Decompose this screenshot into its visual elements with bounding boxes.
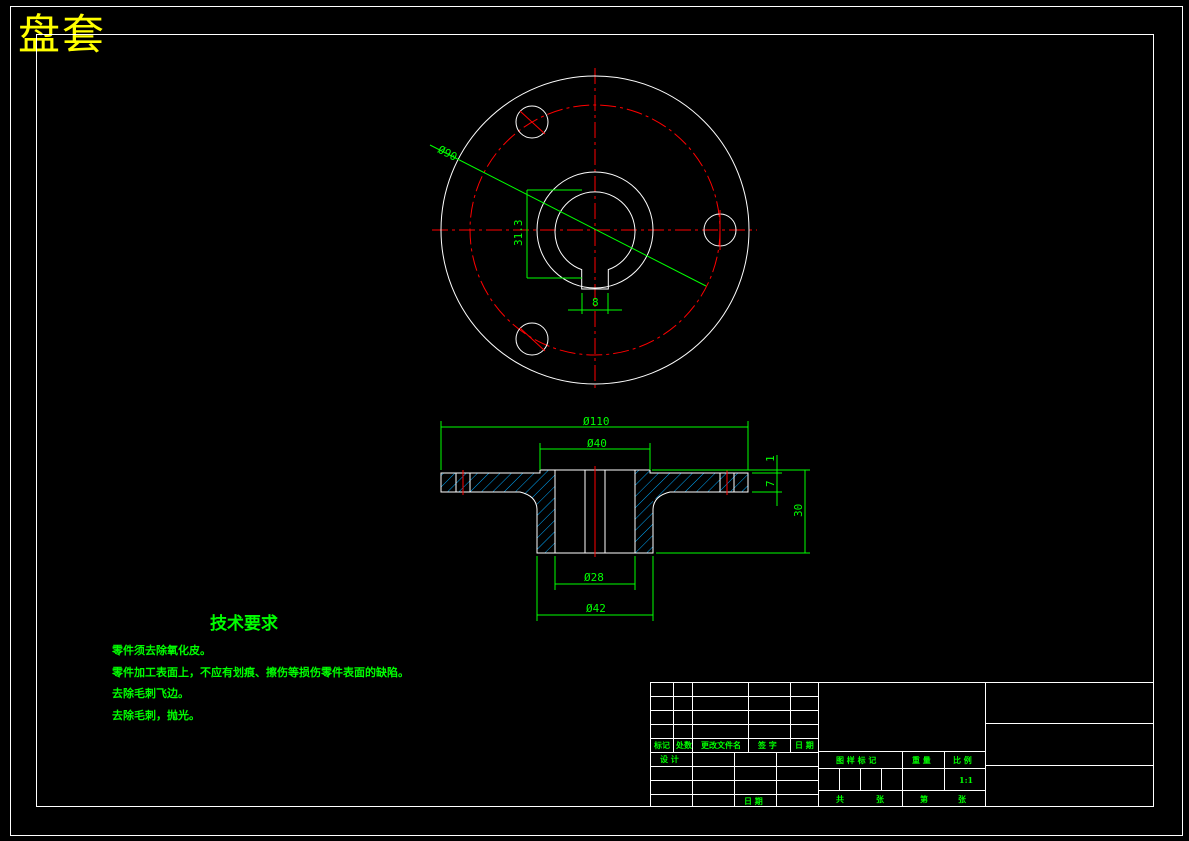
dim-total-height: 30 [792,504,805,517]
scale-value: 1:1 [959,775,973,785]
tech-requirement-4: 去除毛刺，抛光。 [112,709,200,722]
design-label: 设 计 [660,754,679,764]
dim-bolt-circle: Ø90 [436,143,460,164]
rev-header-count: 处数 [675,740,693,750]
rev-header-sign: 签 字 [757,740,777,750]
tech-requirements-heading: 技术要求 [210,614,278,634]
dim-flange-step: 1 [764,455,777,462]
dim-flange-thickness: 7 [764,480,777,487]
tech-requirement-3: 去除毛刺飞边。 [112,687,189,700]
sheet-num-label: 第 [920,794,928,804]
sheet-num-unit: 张 [958,794,967,804]
dim-hub-diameter: Ø42 [586,602,606,615]
dim-hub-top-diameter: Ø40 [587,437,607,450]
sheet-total-label: 共 [836,794,844,804]
dim-keyway-width: 8 [592,296,599,309]
dim-outer-diameter: Ø110 [583,415,610,428]
tech-requirement-1: 零件须去除氧化皮。 [112,644,211,657]
info-header-scale: 比 例 [953,755,972,765]
top-view: Ø90 31.3 8 [429,68,757,392]
dim-bore-diameter: Ø28 [584,571,604,584]
info-header-weight: 重 量 [912,755,931,765]
top-view-centerlines [432,68,757,392]
tech-requirement-2: 零件加工表面上，不应有划痕、擦伤等损伤零件表面的缺陷。 [112,666,409,679]
sheet-total-unit: 张 [876,794,885,804]
rev-header-date: 日 期 [795,740,814,750]
section-view: Ø110 Ø40 1 7 30 Ø28 Ø42 [440,415,810,621]
rev-header-mark: 标记 [653,740,670,750]
date-label: 日 期 [744,796,763,806]
dim-bore-keyway: 31.3 [512,220,525,247]
section-dimensions [440,421,810,621]
rev-header-doc: 更改文件名 [701,740,741,750]
info-header-pattern: 图 样 标 记 [836,755,876,765]
